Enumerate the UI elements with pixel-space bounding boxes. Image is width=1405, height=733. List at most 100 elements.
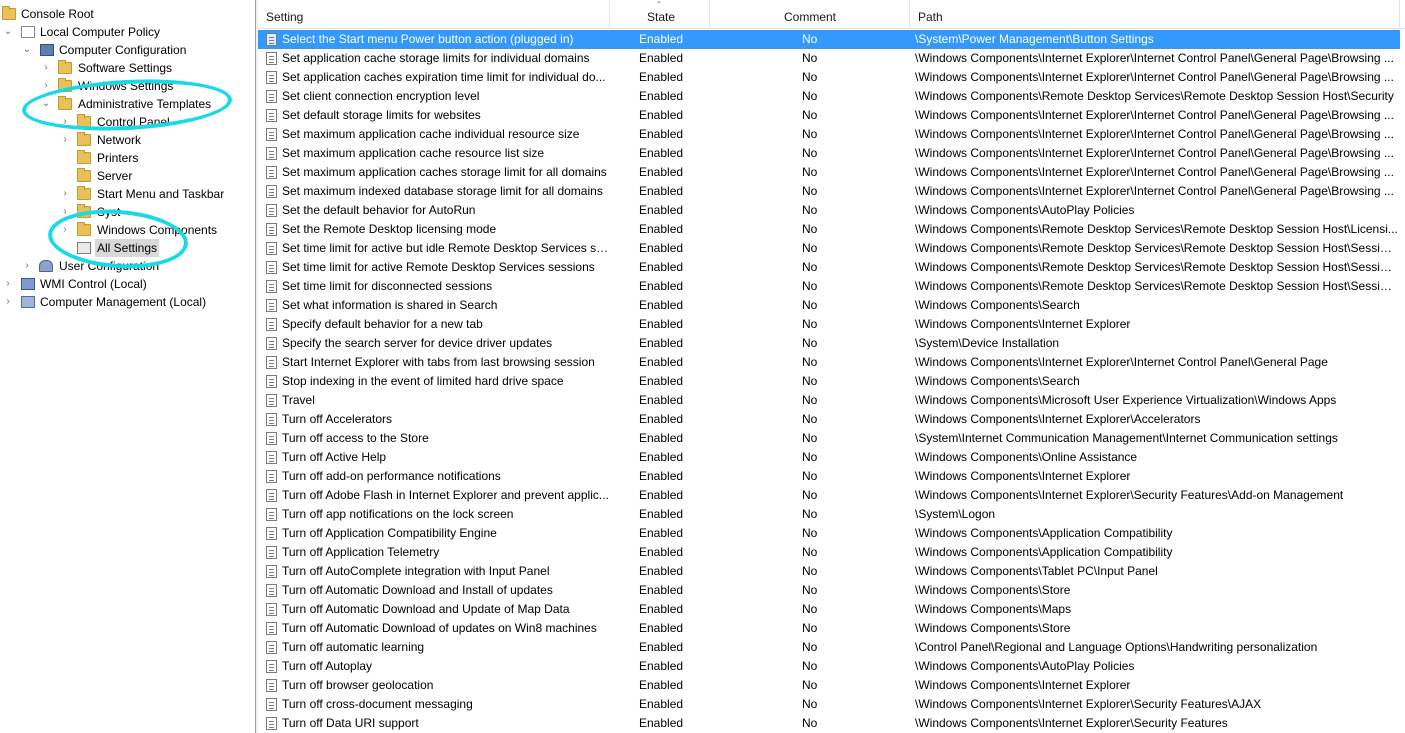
tree-item-label: Control Panel xyxy=(97,115,170,129)
setting-cell: Set the default behavior for AutoRun xyxy=(282,203,476,217)
chevron-down-icon[interactable]: ⌄ xyxy=(22,41,32,59)
chevron-down-icon[interactable]: ⌄ xyxy=(41,95,51,113)
table-row[interactable]: Set the default behavior for AutoRun Enab… xyxy=(258,201,1400,220)
tree-item-label: WMI Control (Local) xyxy=(40,277,147,291)
table-row[interactable]: Set default storage limits for websites E… xyxy=(258,106,1400,125)
policy-setting-icon xyxy=(266,299,277,312)
table-row[interactable]: Set maximum application caches storage l… xyxy=(258,163,1400,182)
table-row[interactable]: Start Internet Explorer with tabs from l… xyxy=(258,353,1400,372)
column-header-label: Setting xyxy=(266,10,304,24)
table-row[interactable]: Turn off Adobe Flash in Internet Explore… xyxy=(258,486,1400,505)
setting-cell: Turn off browser geolocation xyxy=(282,678,434,692)
comment-cell: No xyxy=(802,412,818,426)
table-row[interactable]: Turn off Active Help Enabled No \Windows Co… xyxy=(258,448,1400,467)
table-row[interactable]: Turn off Automatic Download and Update o… xyxy=(258,600,1400,619)
table-row[interactable]: Turn off browser geolocation Enabled No \Wi… xyxy=(258,676,1400,695)
path-cell: \System\Logon xyxy=(915,507,996,521)
table-row[interactable]: Turn off Application Compatibility Engin… xyxy=(258,524,1400,543)
table-row[interactable]: Travel Enabled No \Windows Components\Micro… xyxy=(258,391,1400,410)
setting-cell: Turn off Adobe Flash in Internet Explore… xyxy=(282,488,609,502)
state-cell: Enabled xyxy=(639,355,684,369)
table-row[interactable]: Set maximum indexed database storage lim… xyxy=(258,182,1400,201)
table-row[interactable]: Turn off Accelerators Enabled No \Windows C… xyxy=(258,410,1400,429)
table-row[interactable]: Turn off Data URI support Enabled No \Windo… xyxy=(258,714,1400,733)
chevron-right-icon[interactable]: › xyxy=(41,59,51,77)
comment-cell: No xyxy=(802,393,818,407)
table-row[interactable]: Select the Start menu Power button actio… xyxy=(258,30,1400,49)
folder-icon xyxy=(58,78,72,92)
folder-icon xyxy=(58,96,72,110)
table-row[interactable]: Set application caches expiration time l… xyxy=(258,68,1400,87)
path-cell: \Windows Components\Remote Desktop Servi… xyxy=(915,241,1398,255)
table-row[interactable]: Set application cache storage limits for… xyxy=(258,49,1400,68)
table-row[interactable]: Turn off cross-document messaging Enabled… xyxy=(258,695,1400,714)
path-cell: \Windows Components\Tablet PC\Input Pane… xyxy=(915,564,1158,578)
table-row[interactable]: Turn off Automatic Download and Install … xyxy=(258,581,1400,600)
folder-icon xyxy=(77,222,91,236)
table-row[interactable]: Turn off Application Telemetry Enabled No \… xyxy=(258,543,1400,562)
state-cell: Enabled xyxy=(639,431,684,445)
comment-cell: No xyxy=(802,621,818,635)
table-row[interactable]: Stop indexing in the event of limited ha… xyxy=(258,372,1400,391)
column-header: Setting ⌃ State Comment Path xyxy=(258,0,1405,29)
table-row[interactable]: Set time limit for disconnected sessions… xyxy=(258,277,1400,296)
chevron-right-icon[interactable]: › xyxy=(60,131,70,149)
folder-icon xyxy=(77,114,91,128)
policy-setting-icon xyxy=(266,603,277,616)
comment-cell: No xyxy=(802,526,818,540)
state-cell: Enabled xyxy=(639,374,684,388)
policy-setting-icon xyxy=(266,527,277,540)
setting-cell: Set maximum indexed database storage lim… xyxy=(282,184,603,198)
table-row[interactable]: Set time limit for active Remote Desktop… xyxy=(258,258,1400,277)
table-row[interactable]: Turn off access to the Store Enabled No \Sy… xyxy=(258,429,1400,448)
chevron-right-icon[interactable]: › xyxy=(41,77,51,95)
tree-item-label: Windows Settings xyxy=(78,79,174,93)
table-row[interactable]: Turn off app notifications on the lock s… xyxy=(258,505,1400,524)
table-row[interactable]: Turn off add-on performance notification… xyxy=(258,467,1400,486)
table-row[interactable]: Turn off Automatic Download of updates o… xyxy=(258,619,1400,638)
state-cell: Enabled xyxy=(639,659,684,673)
chevron-right-icon[interactable]: › xyxy=(60,221,70,239)
wmi-icon xyxy=(21,278,35,290)
table-row[interactable]: Turn off AutoComplete integration with I… xyxy=(258,562,1400,581)
table-row[interactable]: Turn off Autoplay Enabled No \Windows Compo… xyxy=(258,657,1400,676)
table-row[interactable]: Set maximum application cache individual… xyxy=(258,125,1400,144)
path-cell: \System\Internet Communication Managemen… xyxy=(915,431,1338,445)
comment-cell: No xyxy=(802,260,818,274)
table-row[interactable]: Set what information is shared in Search… xyxy=(258,296,1400,315)
table-row[interactable]: Specify default behavior for a new tab En… xyxy=(258,315,1400,334)
column-header-state[interactable]: ⌃ State xyxy=(610,0,710,28)
policy-setting-icon xyxy=(266,166,277,179)
chevron-right-icon[interactable]: › xyxy=(60,203,70,221)
folder-icon xyxy=(77,204,91,218)
policy-setting-icon xyxy=(266,71,277,84)
state-cell: Enabled xyxy=(639,222,684,236)
table-row[interactable]: Turn off automatic learning Enabled No \Con… xyxy=(258,638,1400,657)
column-header-setting[interactable]: Setting xyxy=(258,0,610,28)
comment-cell: No xyxy=(802,583,818,597)
table-row[interactable]: Specify the search server for device dri… xyxy=(258,334,1400,353)
comment-cell: No xyxy=(802,184,818,198)
tree-item-label: Start Menu and Taskbar xyxy=(97,187,225,201)
path-cell: \Windows Components\Search xyxy=(915,374,1080,388)
chevron-right-icon[interactable]: › xyxy=(22,257,32,275)
chevron-right-icon[interactable]: › xyxy=(60,113,70,131)
chevron-right-icon[interactable]: › xyxy=(3,275,13,293)
path-cell: \Windows Components\Application Compatib… xyxy=(915,526,1173,540)
column-header-comment[interactable]: Comment xyxy=(710,0,910,28)
console-tree[interactable]: Console Root ⌄ Local Computer Policy ⌄ C… xyxy=(0,0,256,733)
table-row[interactable]: Set client connection encryption level En… xyxy=(258,87,1400,106)
settings-list[interactable]: Setting ⌃ State Comment Path Select the … xyxy=(258,0,1405,733)
chevron-right-icon[interactable]: › xyxy=(60,185,70,203)
path-cell: \System\Power Management\Button Settings xyxy=(915,32,1154,46)
table-row[interactable]: Set the Remote Desktop licensing mode Ena… xyxy=(258,220,1400,239)
chevron-down-icon[interactable]: ⌄ xyxy=(3,23,13,41)
path-cell: \Windows Components\Store xyxy=(915,621,1071,635)
chevron-right-icon[interactable]: › xyxy=(3,293,13,311)
policy-setting-icon xyxy=(266,508,277,521)
setting-cell: Travel xyxy=(282,393,315,407)
table-row[interactable]: Set maximum application cache resource l… xyxy=(258,144,1400,163)
path-cell: \Windows Components\Internet Explorer\In… xyxy=(915,146,1394,160)
table-row[interactable]: Set time limit for active but idle Remot… xyxy=(258,239,1400,258)
column-header-path[interactable]: Path xyxy=(910,0,1400,28)
